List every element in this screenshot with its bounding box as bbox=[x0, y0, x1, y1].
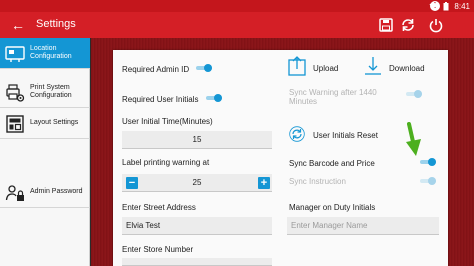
label-printing-warning-input[interactable]: 25 bbox=[122, 174, 272, 192]
street-address-label: Enter Street Address bbox=[122, 203, 196, 212]
app-bar: ← Settings bbox=[0, 12, 474, 38]
battery-icon bbox=[443, 1, 449, 10]
sync-barcode-price-label: Sync Barcode and Price bbox=[289, 159, 375, 168]
required-admin-id-label: Required Admin ID bbox=[122, 65, 190, 74]
sync-instruction-label: Sync Instruction bbox=[289, 177, 346, 186]
status-time: 8:41 bbox=[454, 1, 470, 11]
manager-name-input[interactable]: Enter Manager Name bbox=[287, 217, 439, 235]
store-number-input[interactable] bbox=[122, 258, 272, 266]
reset-icon[interactable] bbox=[289, 126, 305, 142]
sync-barcode-price-toggle[interactable] bbox=[420, 158, 436, 166]
annotation-arrow-icon bbox=[406, 122, 421, 156]
user-initials-reset-label[interactable]: User Initials Reset bbox=[313, 131, 378, 140]
sidebar-item-layout-settings[interactable]: Layout Settings bbox=[0, 108, 90, 139]
save-icon[interactable] bbox=[378, 17, 394, 33]
required-admin-id-toggle[interactable] bbox=[196, 64, 212, 72]
sidebar-item-label: Admin Password bbox=[30, 187, 83, 195]
sidebar-item-label: Location bbox=[30, 44, 57, 52]
decrement-button[interactable]: − bbox=[126, 177, 138, 189]
street-address-input[interactable]: Elvia Test bbox=[122, 217, 272, 235]
user-initial-time-label: User Initial Time(Minutes) bbox=[122, 117, 213, 126]
download-label[interactable]: Download bbox=[389, 64, 425, 73]
sidebar-item-label: Layout Settings bbox=[30, 118, 79, 126]
sync-icon[interactable] bbox=[400, 17, 416, 33]
wifi-icon bbox=[429, 2, 438, 9]
manager-on-duty-label: Manager on Duty Initials bbox=[289, 203, 376, 212]
upload-label[interactable]: Upload bbox=[313, 64, 338, 73]
sync-warning-label: Sync Warning after 1440 Minutes bbox=[289, 88, 377, 106]
status-bar: ! 8:41 bbox=[0, 0, 474, 12]
sidebar-item-location-configuration[interactable]: Location Configuration bbox=[0, 38, 90, 69]
page-title: Settings bbox=[36, 18, 76, 30]
required-user-initials-label: Required User Initials bbox=[122, 95, 199, 104]
sidebar-item-print-system-configuration[interactable]: Print System Configuration bbox=[0, 77, 90, 108]
sidebar-item-label: Configuration bbox=[30, 92, 72, 99]
back-arrow-icon[interactable]: ← bbox=[10, 16, 26, 34]
download-icon[interactable] bbox=[364, 56, 382, 76]
sync-warning-toggle[interactable] bbox=[406, 90, 422, 98]
power-icon[interactable] bbox=[428, 17, 444, 33]
printer-gear-icon bbox=[6, 84, 25, 102]
sidebar-item-admin-password[interactable]: Admin Password bbox=[0, 177, 90, 208]
sidebar: Location Configuration Print System Conf… bbox=[0, 38, 90, 266]
sidebar-item-label: Print System bbox=[30, 83, 70, 91]
layout-icon bbox=[6, 115, 24, 133]
increment-button[interactable]: + bbox=[258, 177, 270, 189]
location-config-icon bbox=[5, 46, 25, 62]
required-user-initials-toggle[interactable] bbox=[206, 94, 222, 102]
sync-instruction-toggle[interactable] bbox=[420, 177, 436, 185]
label-printing-warning-label: Label printing warning at bbox=[122, 158, 210, 167]
user-initial-time-input[interactable]: 15 bbox=[122, 131, 272, 149]
admin-lock-icon bbox=[5, 185, 24, 201]
upload-icon[interactable] bbox=[288, 56, 306, 76]
sidebar-item-label: Configuration bbox=[30, 53, 72, 60]
store-number-label: Enter Store Number bbox=[122, 245, 194, 254]
manager-name-placeholder: Enter Manager Name bbox=[291, 221, 368, 230]
